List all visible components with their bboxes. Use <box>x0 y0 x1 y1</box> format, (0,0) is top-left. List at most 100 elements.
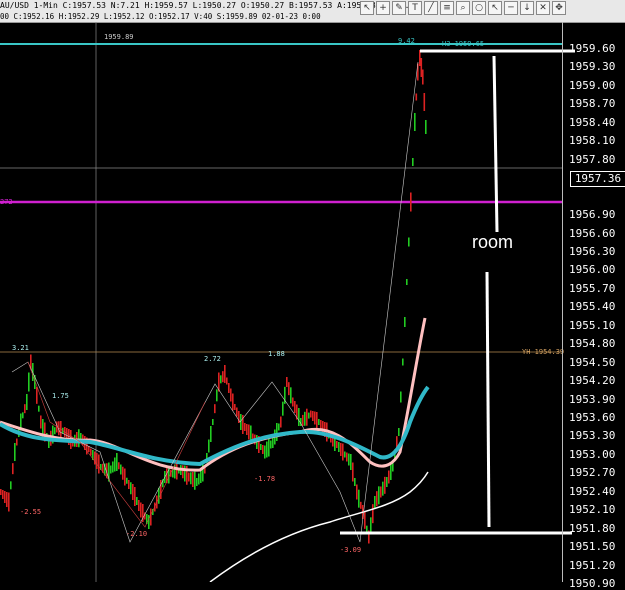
candle <box>246 424 248 435</box>
candle <box>212 419 214 425</box>
candle <box>208 439 210 453</box>
swing-label: 2.72 <box>204 355 221 363</box>
arrow-down-icon[interactable]: ↓ <box>520 1 534 15</box>
candle <box>336 441 338 448</box>
line-icon[interactable]: ╱ <box>424 1 438 15</box>
magenta-level-label: 272 <box>0 198 13 206</box>
candle <box>310 410 312 418</box>
current-price-badge: 1957.36 <box>570 171 625 187</box>
candle <box>318 419 320 425</box>
candle <box>78 429 80 448</box>
candle <box>26 394 28 410</box>
axis-tick: 1955.70 <box>569 281 616 295</box>
candle <box>372 504 374 524</box>
candle <box>132 484 134 500</box>
candle <box>354 478 356 486</box>
axis-tick: 1955.10 <box>569 318 616 332</box>
candle <box>176 462 178 480</box>
candle <box>380 486 382 498</box>
candle <box>340 443 342 456</box>
candle <box>260 444 262 450</box>
candle <box>356 484 358 500</box>
candle <box>292 397 294 407</box>
candle <box>398 428 400 436</box>
candle <box>422 69 424 85</box>
candle <box>190 472 192 485</box>
candle <box>412 158 414 166</box>
axis-tick: 1955.40 <box>569 300 616 314</box>
candle <box>278 423 280 431</box>
axis-tick: 1956.00 <box>569 263 616 277</box>
candle <box>40 415 42 429</box>
room-upper-arrow <box>492 55 499 233</box>
candle <box>230 388 232 402</box>
candle <box>148 515 150 529</box>
candle <box>270 440 272 449</box>
candle <box>38 405 40 412</box>
axis-tick: 1951.20 <box>569 558 616 572</box>
axis-tick: 1959.30 <box>569 60 616 74</box>
axis-tick: 1958.40 <box>569 115 616 129</box>
h3-label: H3 1959.65 <box>442 40 485 48</box>
delete-icon[interactable]: ✕ <box>536 1 550 15</box>
candle <box>194 471 196 490</box>
ohlc-line: 00 C:1952.16 H:1952.29 L:1952.12 O:1952.… <box>0 12 321 21</box>
candles-group <box>0 50 427 544</box>
candle <box>234 404 236 410</box>
candle <box>158 487 160 504</box>
price-axis[interactable]: 1959.60 1959.30 1959.00 1958.70 1958.40 1958.… <box>562 22 625 590</box>
swing-label: -2.10 <box>126 530 148 538</box>
candle <box>126 477 128 484</box>
zoom-icon[interactable]: ⌕ <box>456 1 470 15</box>
candle <box>216 389 218 402</box>
candle <box>338 442 340 452</box>
candle <box>290 387 292 404</box>
candle <box>268 437 270 457</box>
candle <box>228 383 230 393</box>
text-icon[interactable]: T <box>408 1 422 15</box>
axis-tick: 1951.80 <box>569 521 616 535</box>
chart-header: AU/USD 1-Min C:1957.53 N:7.21 H:1959.57 … <box>0 0 625 23</box>
axis-tick: 1952.70 <box>569 466 616 480</box>
candle <box>352 462 354 482</box>
candle <box>402 358 404 366</box>
candle <box>8 492 10 512</box>
fib-icon[interactable]: ≡ <box>440 1 454 15</box>
candle <box>210 426 212 442</box>
candle <box>22 412 24 419</box>
cursor-icon[interactable]: ↖ <box>360 1 374 15</box>
candle <box>382 481 384 496</box>
draw-icon[interactable]: ✎ <box>392 1 406 15</box>
crosshair-icon[interactable]: + <box>376 1 390 15</box>
hline-icon[interactable]: ─ <box>504 1 518 15</box>
candle <box>122 466 124 480</box>
white-moving-average <box>209 471 429 582</box>
candle <box>406 279 408 285</box>
candle <box>376 491 378 507</box>
swing-label: -3.09 <box>340 546 362 554</box>
candle <box>160 480 162 499</box>
candle <box>42 419 44 435</box>
swing-zigzag <box>11 61 419 543</box>
axis-tick: 1954.20 <box>569 374 616 388</box>
move-icon[interactable]: ✥ <box>552 1 566 15</box>
candle <box>262 445 264 454</box>
candle <box>130 482 132 495</box>
candle <box>226 377 228 385</box>
candle <box>360 501 362 509</box>
candle <box>248 424 250 440</box>
axis-tick: 1959.60 <box>569 42 616 55</box>
axis-tick: 1952.10 <box>569 503 616 517</box>
axis-tick: 1952.40 <box>569 484 616 498</box>
candle <box>110 465 112 474</box>
candle <box>288 382 290 396</box>
circle-icon[interactable]: ○ <box>472 1 486 15</box>
candle <box>276 423 278 441</box>
cursor-icon[interactable]: ↖ <box>488 1 502 15</box>
moving-averages-group <box>0 61 430 582</box>
candle <box>298 408 300 426</box>
candle <box>36 386 38 404</box>
price-chart[interactable] <box>0 22 625 582</box>
candle <box>16 438 18 446</box>
candle <box>138 500 140 511</box>
